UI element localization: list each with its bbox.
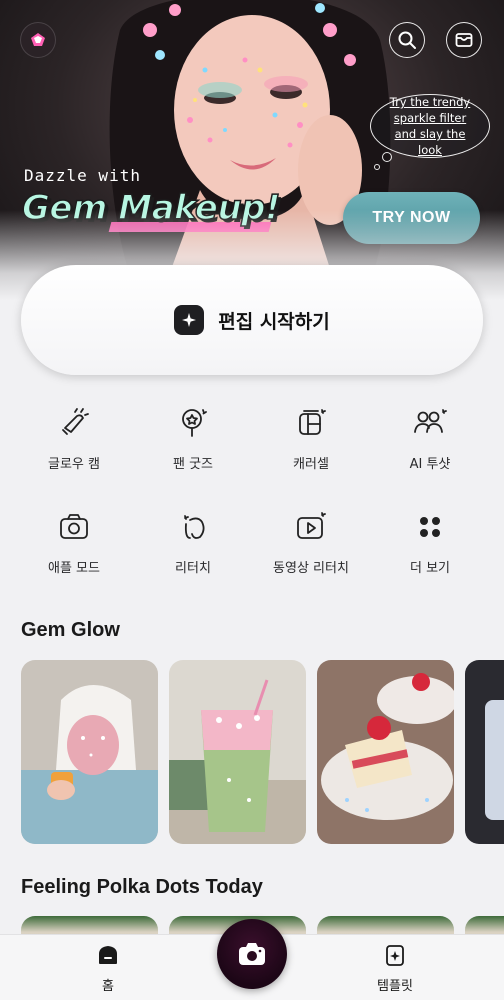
- app-logo[interactable]: [20, 22, 56, 58]
- template-card[interactable]: [317, 660, 454, 844]
- menu-item-label: 애플 모드: [48, 561, 100, 576]
- fan-goods-icon: [175, 405, 211, 441]
- inbox-button[interactable]: [446, 22, 482, 58]
- menu-item-fan-goods[interactable]: 팬 굿즈: [138, 405, 248, 472]
- promo-bubble: Try the trendy sparkle filter and slay t…: [370, 94, 490, 158]
- menu-item-label: 리터치: [175, 561, 211, 576]
- search-icon: [398, 31, 416, 49]
- menu-item-more[interactable]: 더 보기: [375, 509, 485, 576]
- template-icon: [386, 945, 404, 966]
- menu-item-ai-two-shot[interactable]: AI 투샷: [375, 405, 485, 472]
- template-thumbnail: [21, 660, 158, 844]
- nav-home[interactable]: 홈: [68, 943, 148, 994]
- menu-item-label: 캐러셀: [293, 457, 329, 472]
- menu-item-glow-cam[interactable]: 글로우 캠: [19, 405, 129, 472]
- template-card[interactable]: [169, 660, 306, 844]
- nav-home-label: 홈: [102, 979, 114, 994]
- menu-item-label: 더 보기: [409, 561, 450, 576]
- camera-icon: [56, 509, 92, 545]
- template-thumbnail: [317, 660, 454, 844]
- camera-icon: [239, 943, 265, 965]
- menu-item-retouch[interactable]: 리터치: [138, 509, 248, 576]
- video-retouch-icon: [293, 509, 329, 545]
- glow-cam-icon: [56, 405, 92, 441]
- menu-item-label: AI 투샷: [409, 457, 451, 472]
- search-button[interactable]: [389, 22, 425, 58]
- section-title-gem-glow: Gem Glow: [21, 619, 120, 641]
- ai-two-shot-icon: [412, 405, 448, 441]
- gem-glow-carousel[interactable]: [21, 660, 504, 844]
- menu-item-label: 동영상 리터치: [273, 561, 349, 576]
- menu-item-apple-mode[interactable]: 애플 모드: [19, 509, 129, 576]
- start-edit-label: 편집 시작하기: [218, 310, 330, 333]
- start-edit-button[interactable]: 편집 시작하기: [21, 265, 483, 375]
- template-card[interactable]: [21, 660, 158, 844]
- camera-button[interactable]: [217, 919, 287, 989]
- inbox-icon: [455, 33, 473, 47]
- hero-dazzle-text: Dazzle with: [24, 166, 141, 185]
- menu-item-label: 팬 굿즈: [172, 457, 213, 472]
- promo-bubble-text: Try the trendy sparkle filter and slay t…: [389, 95, 471, 157]
- hero-banner[interactable]: Try the trendy sparkle filter and slay t…: [0, 0, 504, 300]
- bubble-tail: [374, 164, 380, 170]
- carousel-icon: [293, 405, 329, 441]
- sparkle-icon: [174, 305, 205, 335]
- menu-item-video-retouch[interactable]: 동영상 리터치: [256, 509, 366, 576]
- nav-templates-label: 템플릿: [377, 979, 413, 994]
- menu-item-label: 글로우 캠: [48, 457, 100, 472]
- section-title-polka-dots: Feeling Polka Dots Today: [21, 876, 263, 898]
- template-thumbnail: [169, 660, 306, 844]
- nav-templates[interactable]: 템플릿: [355, 943, 435, 994]
- home-icon: [99, 946, 117, 964]
- template-thumbnail: [465, 660, 504, 844]
- retouch-icon: [175, 509, 211, 545]
- app-logo-icon: [31, 33, 45, 46]
- bubble-tail: [382, 152, 392, 162]
- template-card[interactable]: [465, 660, 504, 844]
- menu-item-carousel[interactable]: 캐러셀: [256, 405, 366, 472]
- more-icon: [412, 509, 448, 545]
